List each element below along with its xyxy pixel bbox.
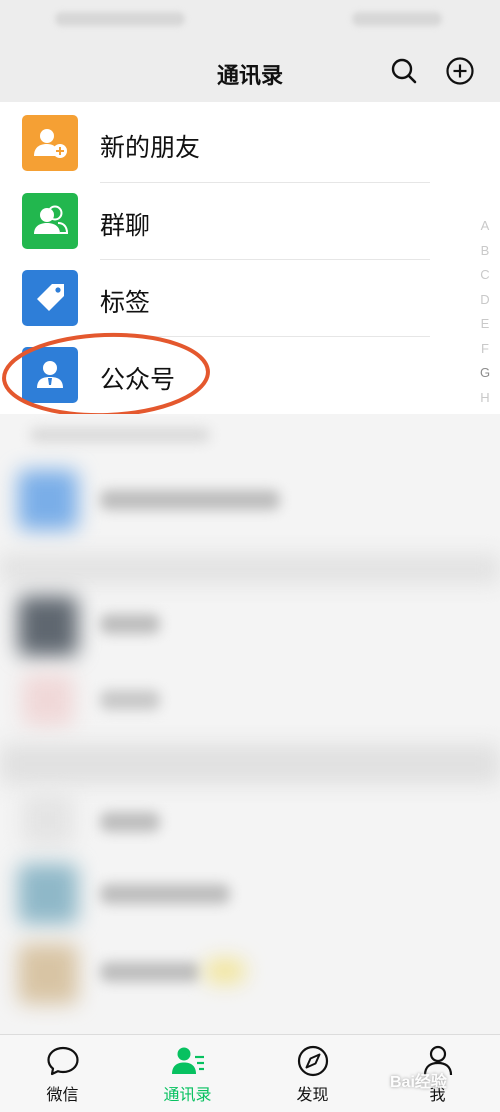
page-title: 通讯录 (216, 64, 283, 89)
menu-item-new-friends[interactable]: 新的朋友 (0, 104, 500, 182)
search-icon (391, 58, 417, 84)
menu-item-label: 新的朋友 (100, 133, 201, 162)
tab-label: 通讯录 (163, 1085, 212, 1104)
menu-item-label: 公众号 (100, 365, 176, 394)
status-bar (0, 0, 500, 40)
index-letter[interactable]: A (478, 214, 492, 239)
blurred-divider-band (0, 744, 500, 784)
tab-label: 发现 (296, 1085, 329, 1104)
blurred-avatar (22, 794, 74, 846)
top-navigation-bar: 通讯录 (0, 40, 500, 102)
menu-item-label: 标签 (100, 288, 151, 317)
search-button[interactable] (389, 56, 419, 86)
index-letter[interactable]: C (478, 263, 492, 288)
contacts-menu: 新的朋友 群聊 标签 公众号 (0, 102, 500, 414)
blurred-contact-name (100, 884, 230, 904)
blurred-contact-name (100, 490, 280, 510)
menu-item-official-accounts[interactable]: 公众号 (0, 336, 500, 414)
blurred-section-header (30, 428, 210, 442)
blurred-avatar (18, 470, 78, 530)
chat-bubble-icon (46, 1046, 79, 1076)
status-bar-blurred-right (352, 12, 442, 26)
tab-contacts[interactable]: 通讯录 (125, 1043, 250, 1105)
watermark-logo: Bai经验 (390, 1074, 447, 1091)
blurred-divider-band (0, 554, 500, 584)
menu-item-group-chats[interactable]: 群聊 (0, 182, 500, 260)
tag-icon (22, 270, 78, 326)
blurred-avatar (18, 596, 78, 656)
official-account-icon (22, 347, 78, 403)
index-letter[interactable]: B (478, 239, 492, 264)
status-bar-blurred-left (55, 12, 185, 26)
index-letter[interactable]: D (478, 288, 492, 313)
add-button[interactable] (445, 56, 475, 86)
tab-label: 微信 (46, 1085, 79, 1104)
new-friend-icon (22, 115, 78, 171)
blurred-avatar (18, 864, 78, 924)
compass-icon (297, 1045, 328, 1077)
index-letter[interactable]: H (478, 386, 492, 411)
menu-item-label: 群聊 (100, 211, 151, 240)
group-chat-icon (22, 193, 78, 249)
tab-discover[interactable]: 发现 (250, 1043, 375, 1105)
blurred-avatar (22, 674, 74, 726)
blurred-contact-name (100, 962, 200, 982)
contacts-icon (171, 1047, 204, 1074)
blurred-avatar (18, 944, 78, 1004)
blurred-contact-name (100, 812, 160, 832)
index-letter[interactable]: F (478, 337, 492, 362)
alphabet-index[interactable]: A B C D E F G H (478, 214, 492, 410)
index-letter[interactable]: G (478, 361, 492, 386)
plus-circle-icon (446, 57, 474, 85)
tab-chats[interactable]: 微信 (0, 1043, 125, 1105)
blurred-emoji (205, 959, 245, 983)
menu-item-tags[interactable]: 标签 (0, 259, 500, 337)
blurred-contact-name (100, 690, 160, 710)
blurred-contact-list (0, 414, 500, 1034)
index-letter[interactable]: E (478, 312, 492, 337)
blurred-contact-name (100, 614, 160, 634)
